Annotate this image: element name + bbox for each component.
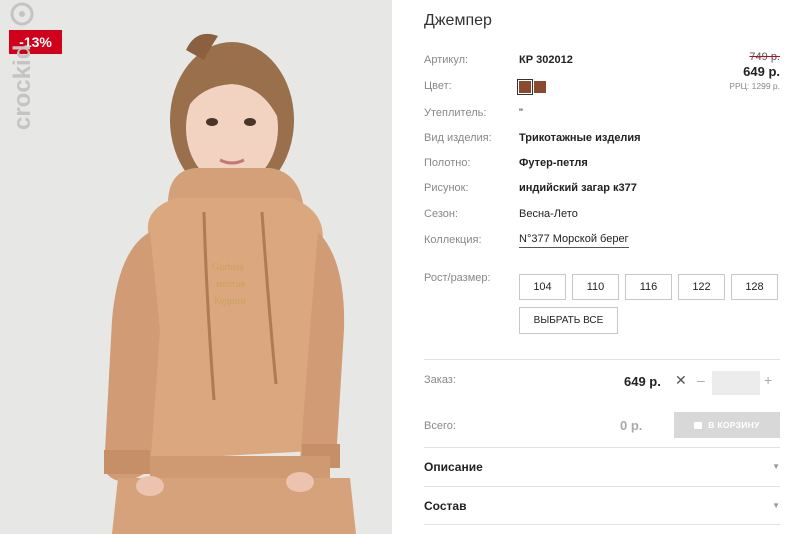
- increment-button[interactable]: +: [764, 372, 772, 388]
- type-label: Вид изделия:: [424, 132, 492, 144]
- product-title: Джемпер: [424, 12, 492, 29]
- print-text-3: Кудини: [214, 296, 246, 307]
- chevron-down-icon: ▼: [772, 462, 780, 471]
- fabric-label: Полотно:: [424, 157, 471, 169]
- color-label: Цвет:: [424, 80, 452, 92]
- total-value: 0 р.: [620, 418, 643, 433]
- order-price: 649 р.: [624, 374, 661, 389]
- divider: [424, 524, 780, 525]
- color-swatch-2[interactable]: [534, 81, 546, 93]
- rrp-price: РРЦ: 1299 р.: [729, 81, 780, 91]
- order-label: Заказ:: [424, 374, 456, 386]
- product-info: Джемпер Артикул: КР 302012 749 р. 649 р.…: [424, 0, 780, 534]
- divider: [424, 486, 780, 487]
- insulation-label: Утеплитель:: [424, 107, 487, 119]
- size-label: Рост/размер:: [424, 272, 491, 284]
- pattern-label: Рисунок:: [424, 182, 469, 194]
- description-accordion[interactable]: Описание ▼: [424, 457, 780, 477]
- pattern-value: индийский загар к377: [519, 182, 637, 194]
- size-option-122[interactable]: 122: [678, 274, 725, 300]
- type-value: Трикотажные изделия: [519, 132, 641, 144]
- season-value: Весна-Лето: [519, 208, 578, 220]
- size-option-116[interactable]: 116: [625, 274, 672, 300]
- product-photo[interactable]: Gurbsia мечтая Кудини -13% crockid: [0, 0, 392, 534]
- product-image: Gurbsia мечтая Кудини: [0, 0, 392, 534]
- size-option-128[interactable]: 128: [731, 274, 778, 300]
- composition-title: Состав: [424, 499, 467, 513]
- print-text-2: мечтая: [216, 279, 245, 290]
- divider: [424, 447, 780, 448]
- description-title: Описание: [424, 460, 483, 474]
- total-label: Всего:: [424, 420, 456, 432]
- add-to-cart-label: В КОРЗИНУ: [708, 420, 760, 430]
- fabric-value: Футер-петля: [519, 157, 588, 169]
- color-swatch-1[interactable]: [517, 79, 533, 95]
- old-price: 749 р.: [749, 51, 780, 63]
- collection-label: Коллекция:: [424, 234, 482, 246]
- insulation-value: ": [519, 107, 523, 119]
- price-box: 749 р. 649 р. РРЦ: 1299 р.: [729, 50, 780, 93]
- season-label: Сезон:: [424, 208, 458, 220]
- size-option-104[interactable]: 104: [519, 274, 566, 300]
- divider: [424, 359, 780, 360]
- brand-logo: crockid: [9, 2, 36, 130]
- print-text-1: Gurbsia: [212, 262, 244, 273]
- multiply-icon: ✕: [675, 372, 687, 388]
- select-all-button[interactable]: ВЫБРАТЬ ВСЕ: [519, 307, 618, 334]
- brand-text: crockid: [9, 45, 36, 130]
- article-value: КР 302012: [519, 54, 573, 66]
- chevron-down-icon: ▼: [772, 501, 780, 510]
- add-to-cart-button[interactable]: В КОРЗИНУ: [674, 412, 780, 438]
- article-label: Артикул:: [424, 54, 469, 66]
- collection-link[interactable]: N°377 Морской берег: [519, 232, 629, 248]
- composition-accordion[interactable]: Состав ▼: [424, 496, 780, 516]
- current-price: 649 р.: [743, 64, 780, 79]
- size-option-110[interactable]: 110: [572, 274, 619, 300]
- decrement-button[interactable]: –: [697, 372, 705, 388]
- color-swatches: [517, 79, 546, 95]
- basket-icon: [694, 422, 703, 429]
- quantity-input[interactable]: [712, 371, 760, 395]
